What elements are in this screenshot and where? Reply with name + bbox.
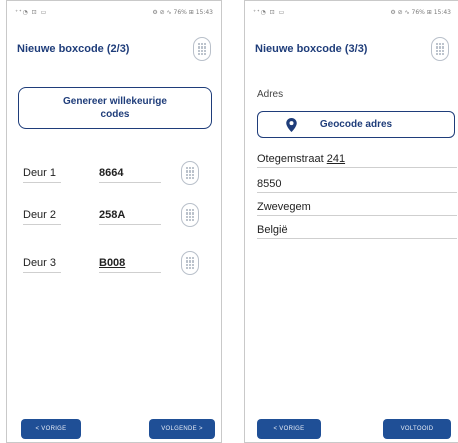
door-code-field[interactable]: B008	[99, 257, 161, 273]
next-button[interactable]: VOLGENDE >	[149, 419, 215, 439]
right-phone-screen: ⁺ᐩ◔ ⊡ ▭ ⚙ ⊘ ∿ 76% ⊞ 15:43 Nieuwe boxcode…	[244, 0, 458, 443]
door-row: Deur 1 8664	[21, 161, 217, 191]
status-icons-left: ⁺ᐩ◔ ⊡ ▭	[253, 8, 286, 16]
status-icons-right: ⚙ ⊘ ∿ 76% ⊞ 15:43	[152, 8, 213, 16]
keypad-icon[interactable]	[181, 251, 199, 275]
page-title: Nieuwe boxcode (2/3)	[17, 43, 130, 55]
keypad-icon[interactable]	[181, 203, 199, 227]
app-header: Nieuwe boxcode (3/3)	[245, 31, 458, 67]
keypad-icon[interactable]	[431, 37, 449, 61]
geocode-address-button[interactable]: Geocode adres	[257, 111, 455, 138]
left-phone-screen: ⁺ᐩ◔ ⊡ ▭ ⚙ ⊘ ∿ 76% ⊞ 15:43 Nieuwe boxcode…	[6, 0, 222, 443]
postal-code-field[interactable]: 8550	[257, 178, 457, 193]
door-code-field[interactable]: 8664	[99, 167, 161, 183]
finish-button[interactable]: VOLTOOID	[383, 419, 451, 439]
house-number: 241	[326, 153, 346, 165]
status-bar: ⁺ᐩ◔ ⊡ ▭ ⚙ ⊘ ∿ 76% ⊞ 15:43	[7, 1, 221, 23]
previous-button[interactable]: < VORIGE	[21, 419, 81, 439]
street-field[interactable]: Otegemstraat 241	[257, 153, 457, 168]
status-icons-left: ⁺ᐩ◔ ⊡ ▭	[15, 8, 48, 16]
status-bar: ⁺ᐩ◔ ⊡ ▭ ⚙ ⊘ ∿ 76% ⊞ 15:43	[245, 1, 458, 23]
door-label: Deur 3	[23, 257, 61, 273]
door-label: Deur 2	[23, 209, 61, 225]
geocode-button-label: Geocode adres	[319, 119, 393, 130]
keypad-icon[interactable]	[181, 161, 199, 185]
app-header: Nieuwe boxcode (2/3)	[7, 31, 221, 67]
status-icons-right: ⚙ ⊘ ∿ 76% ⊞ 15:43	[390, 8, 451, 16]
generate-random-codes-button[interactable]: Genereer willekeurige codes	[18, 87, 212, 129]
door-label: Deur 1	[23, 167, 61, 183]
door-row: Deur 3 B008	[21, 251, 217, 281]
street-name: Otegemstraat	[257, 153, 324, 165]
door-code-field[interactable]: 258A	[99, 209, 161, 225]
door-row: Deur 2 258A	[21, 203, 217, 233]
keypad-icon[interactable]	[193, 37, 211, 61]
map-pin-icon	[286, 118, 297, 132]
address-label: Adres	[257, 89, 284, 100]
page-title: Nieuwe boxcode (3/3)	[255, 43, 368, 55]
previous-button[interactable]: < VORIGE	[257, 419, 321, 439]
city-field[interactable]: Zwevegem	[257, 201, 457, 216]
country-field[interactable]: België	[257, 224, 457, 239]
